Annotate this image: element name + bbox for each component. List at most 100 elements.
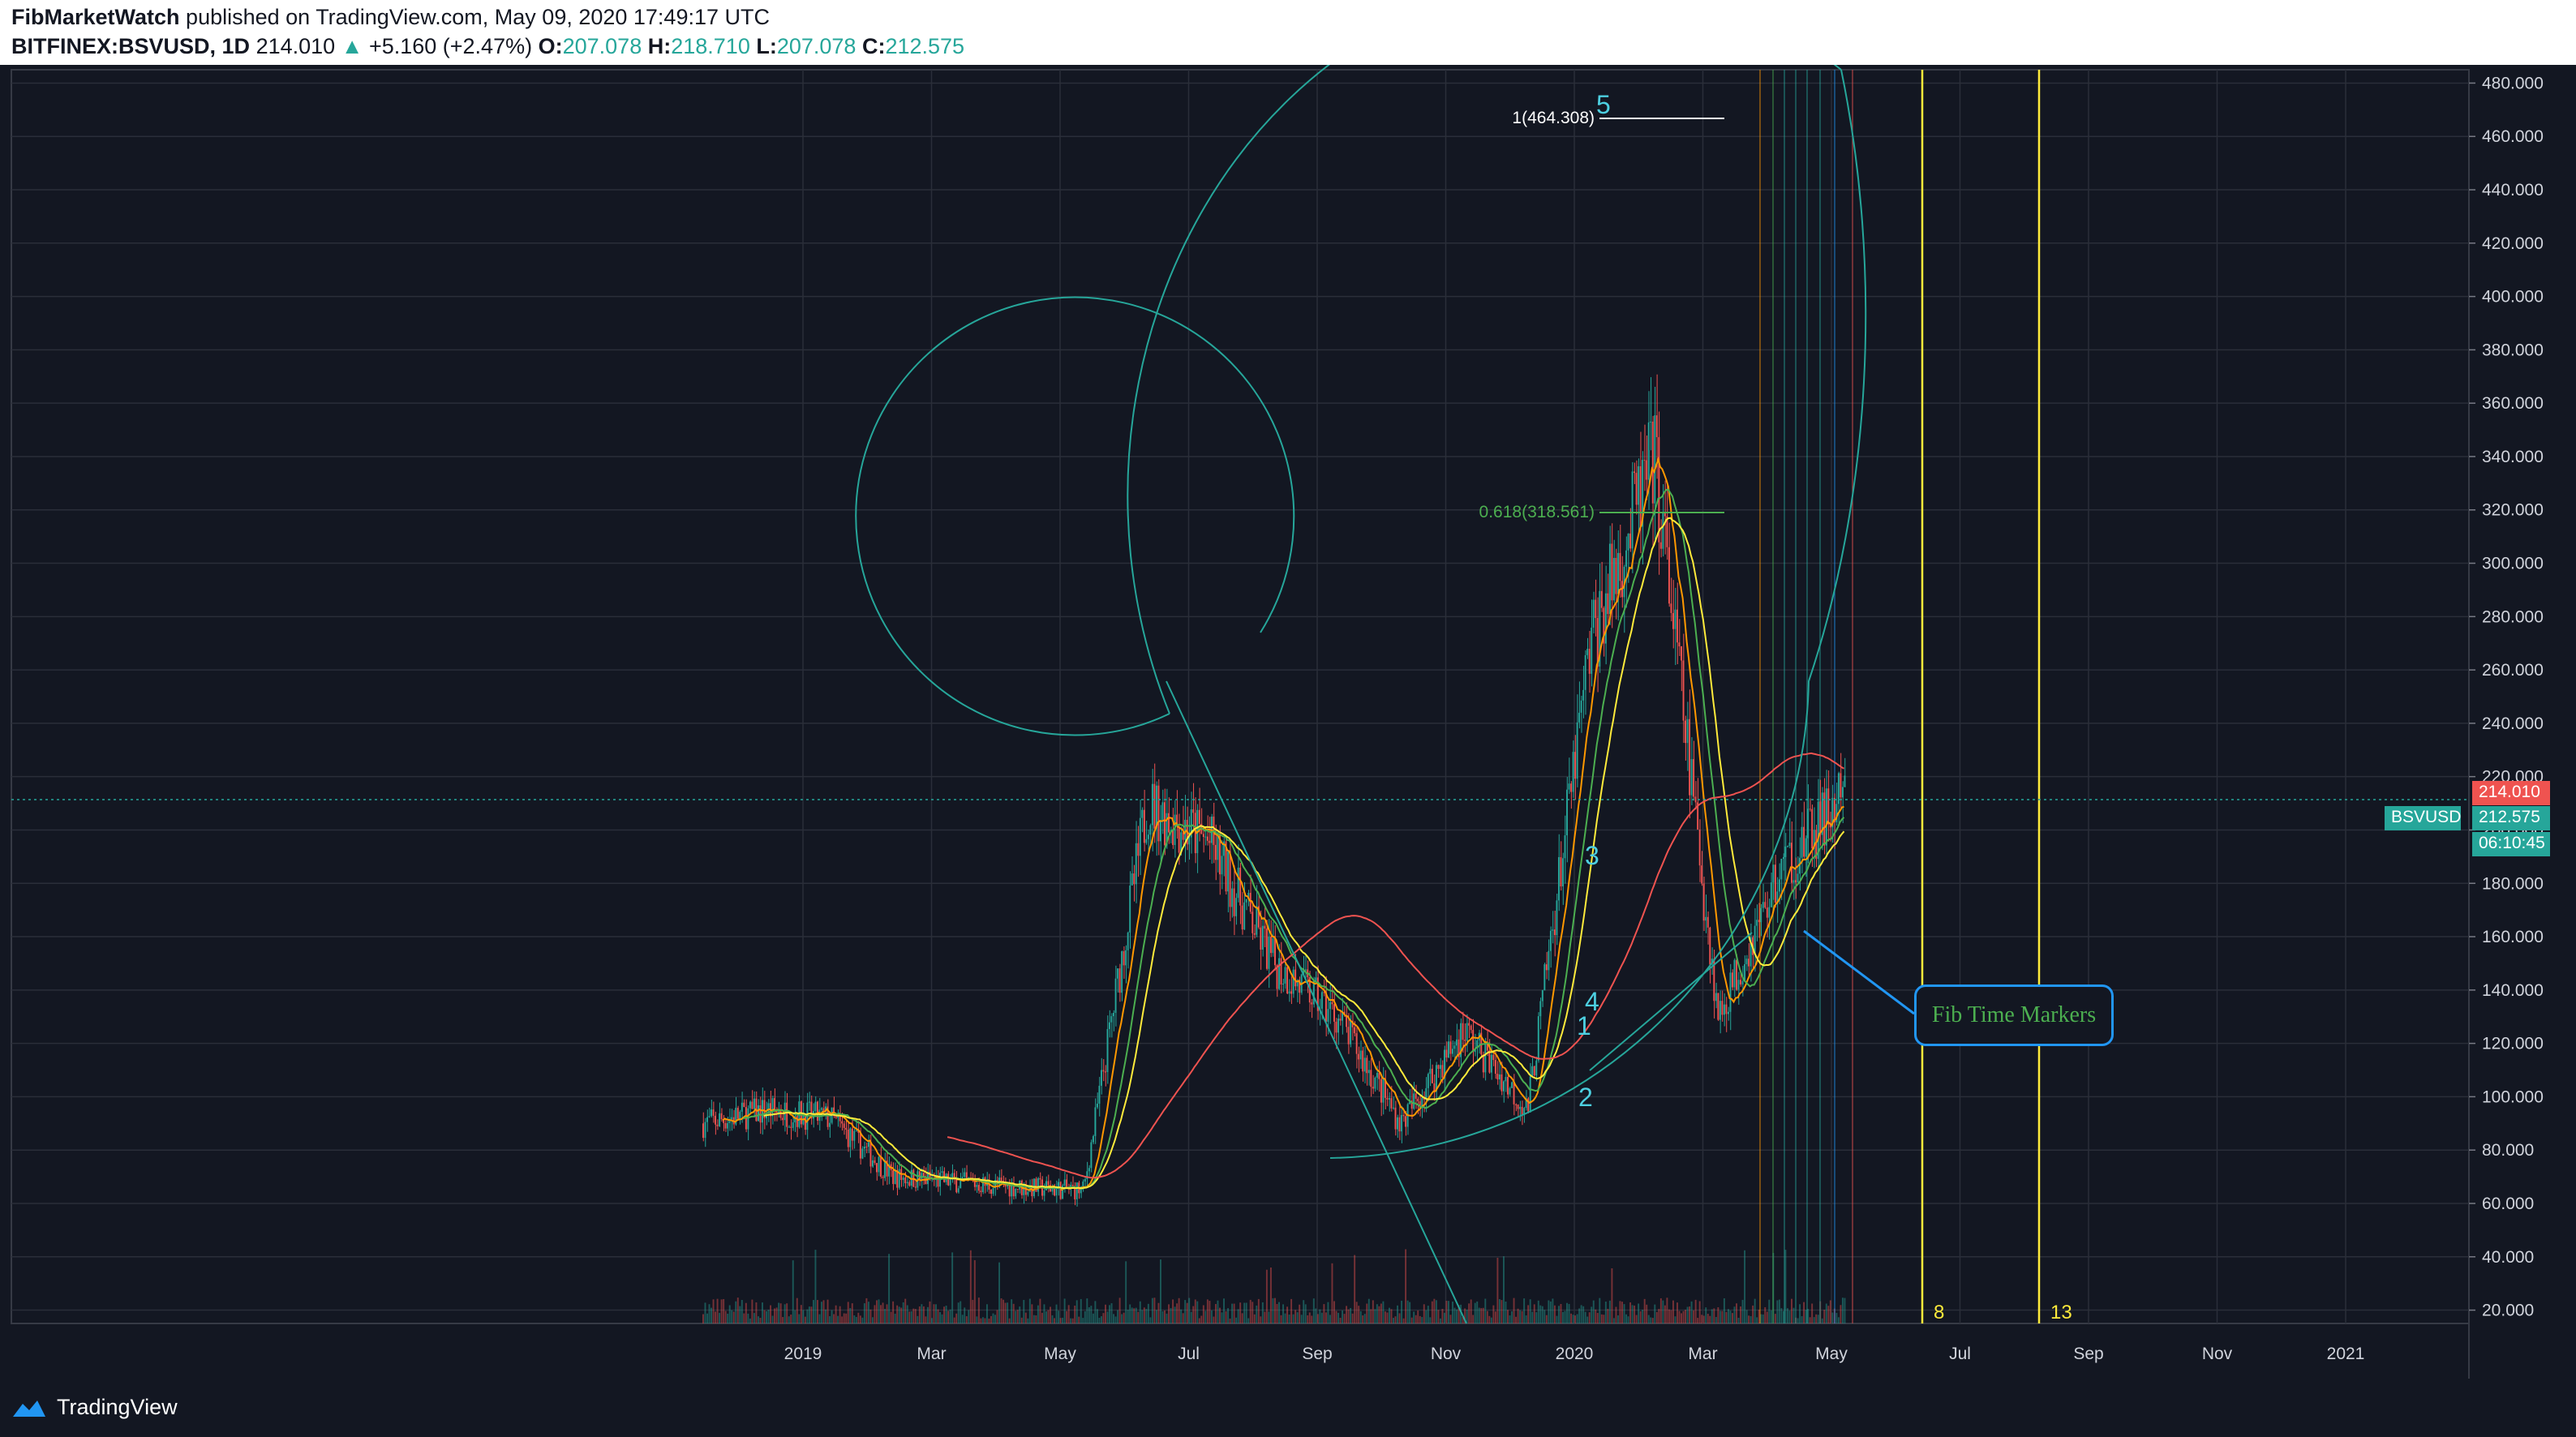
volume-bar	[1300, 1315, 1303, 1323]
candle-body	[1670, 603, 1672, 613]
volume-bar	[1090, 1306, 1093, 1323]
candle-body	[1237, 867, 1239, 899]
volume-bar	[1468, 1303, 1470, 1323]
fib-time-markers-callout[interactable]: Fib Time Markers	[1914, 984, 2114, 1046]
candle-body	[1732, 972, 1733, 988]
author-name[interactable]: FibMarketWatch	[11, 5, 180, 29]
time-tick-label: Nov	[1431, 1345, 1462, 1363]
time-axis[interactable]: 2019 Mar May Jul Sep Nov 2020 Mar May Jul Sep Nov 20…	[784, 1345, 2365, 1363]
price-tick-label: 100.000	[2482, 1087, 2544, 1106]
publish-info: published on TradingView.com, May 09, 20…	[186, 5, 770, 29]
volume-bar	[922, 1306, 925, 1323]
price-tick-label: 340.000	[2482, 448, 2544, 466]
candle-body	[1037, 1177, 1039, 1192]
symbol-label[interactable]: BITFINEX:BSVUSD, 1D	[11, 34, 250, 58]
candle-body	[1315, 977, 1317, 981]
volume-bar	[1815, 1314, 1818, 1323]
volume-bar	[845, 1313, 848, 1323]
volume-bar	[1180, 1309, 1183, 1323]
candle-body	[1137, 843, 1140, 856]
candle-body	[1823, 792, 1826, 846]
volume-bar	[1339, 1318, 1342, 1323]
tradingview-logo[interactable]: TradingView	[11, 1395, 178, 1420]
price-chart[interactable]: 1(464.308) 0.618(318.561) 5 3 4 1 2 8 13…	[0, 0, 2576, 1379]
volume-bar	[977, 1298, 980, 1323]
candle-body	[1157, 785, 1160, 842]
price-axis[interactable]: 480.000 460.000 440.000 420.000 400.000 380.0…	[2469, 74, 2544, 1320]
candle-body	[1015, 1189, 1017, 1197]
volume-bar	[1774, 1314, 1776, 1323]
volume-bar	[1041, 1312, 1043, 1323]
candle-body	[1772, 864, 1775, 883]
candle-body	[1805, 838, 1807, 857]
candle-body	[1054, 1188, 1055, 1196]
volume-bar	[1677, 1302, 1678, 1323]
price-tick-label: 440.000	[2482, 181, 2544, 199]
volume-bar	[1335, 1310, 1337, 1323]
time-tick-label: May	[1044, 1345, 1076, 1363]
volume-bar	[1474, 1302, 1476, 1323]
volume-bar	[1186, 1302, 1188, 1323]
volume-bar	[1552, 1298, 1554, 1323]
candle-body	[1098, 1085, 1101, 1104]
volume-bar	[1690, 1301, 1693, 1323]
candle-body	[1545, 964, 1548, 971]
volume-bar	[943, 1306, 946, 1323]
volume-bar	[1635, 1315, 1638, 1323]
candle-body	[894, 1170, 896, 1185]
candle-body	[859, 1132, 861, 1159]
volume-bar	[1689, 1306, 1691, 1323]
candle-body	[1374, 1077, 1376, 1089]
candle-body	[1437, 1065, 1440, 1070]
candle-body	[1051, 1188, 1054, 1192]
volume-bar	[1535, 1312, 1538, 1323]
volume-bar	[1012, 1303, 1015, 1323]
volume-bar	[1823, 1310, 1826, 1323]
candle-body	[1147, 834, 1149, 839]
candles	[702, 374, 1846, 1207]
candle-body	[1109, 1022, 1110, 1029]
volume-bar	[1472, 1315, 1475, 1323]
candle-body	[1386, 1097, 1389, 1100]
volume-bar	[896, 1305, 899, 1323]
open-label: O:	[538, 34, 563, 58]
volume-bar	[1523, 1298, 1526, 1323]
volume-bar	[1274, 1298, 1276, 1323]
moving-average-line	[763, 517, 1845, 1190]
symbol-tag: BSVUSD	[2385, 806, 2461, 830]
candle-body	[814, 1101, 817, 1112]
volume-bar	[1290, 1298, 1293, 1323]
candle-body	[1694, 796, 1697, 803]
candle-body	[1114, 978, 1117, 1013]
volume-bar	[1821, 1318, 1823, 1323]
volume-bar	[1121, 1314, 1123, 1323]
volume-bar	[968, 1310, 970, 1323]
candle-body	[1568, 783, 1570, 790]
price-tick-label: 420.000	[2482, 234, 2544, 253]
chart-area[interactable]: 1(464.308) 0.618(318.561) 5 3 4 1 2 8 13…	[0, 0, 2576, 1379]
price-tick-label: 60.000	[2482, 1195, 2534, 1213]
volume-bar	[933, 1304, 935, 1323]
volume-bar	[1178, 1298, 1180, 1323]
time-tick-label: Nov	[2202, 1345, 2233, 1363]
volume-bar	[1611, 1268, 1613, 1323]
candle-body	[874, 1160, 876, 1164]
volume-bar	[1615, 1306, 1617, 1323]
volume-bar	[912, 1308, 915, 1323]
volume-bar	[1393, 1318, 1394, 1323]
volume-bar	[1363, 1314, 1366, 1323]
candle-body	[1249, 892, 1252, 912]
candle-body	[1519, 1106, 1522, 1109]
candle-body	[1643, 460, 1646, 461]
candle-body	[1256, 906, 1258, 935]
candle-body	[841, 1121, 844, 1124]
candle-body	[1791, 843, 1792, 883]
candle-body	[731, 1117, 733, 1119]
volume-bar	[1756, 1317, 1758, 1323]
candle-body	[1449, 1041, 1452, 1054]
volume-bar	[1161, 1310, 1164, 1323]
candle-body	[1059, 1182, 1062, 1199]
volume-bar	[1681, 1313, 1682, 1323]
candle-body	[882, 1177, 884, 1178]
volume-bar	[1745, 1310, 1748, 1323]
